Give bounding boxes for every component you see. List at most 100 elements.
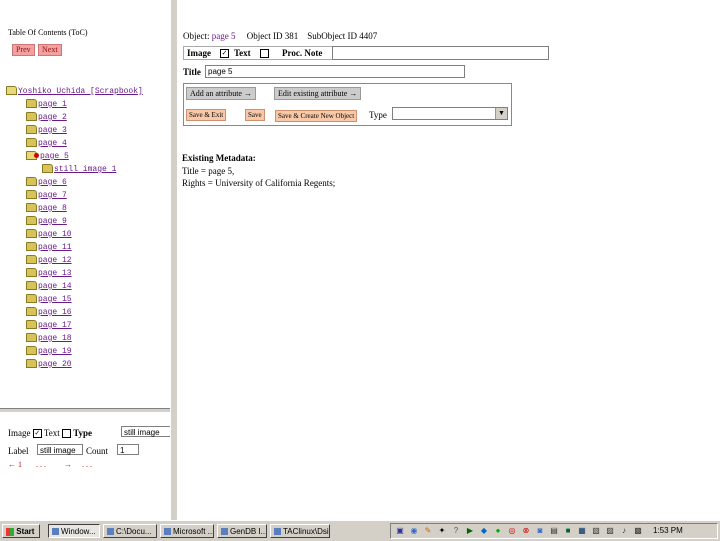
tree-item-label: page 11 xyxy=(38,243,72,252)
tree-item-label: page 17 xyxy=(38,321,72,330)
tree-item-page[interactable]: page 7 xyxy=(26,190,67,202)
tray-icon-10[interactable]: ⊗ xyxy=(521,526,531,536)
tab-edit-attribute[interactable]: Edit existing attribute → xyxy=(274,87,362,100)
system-tray: ▣ ◉ ✎ ✦ ? ▶ ◆ ● ◎ ⊗ ◙ ▤ ■ ▦ ▧ ▨ ♪ ▩ 1:53… xyxy=(390,523,718,539)
tree-item-page[interactable]: page 11 xyxy=(26,242,72,254)
proc-note-input[interactable] xyxy=(332,46,549,60)
tree-item-page[interactable]: page 13 xyxy=(26,268,72,280)
tray-icon-6[interactable]: ▶ xyxy=(465,526,475,536)
type-select[interactable]: ▼ xyxy=(392,107,508,120)
tree-item-current[interactable]: page 5 xyxy=(26,151,69,163)
title-input[interactable]: page 5 xyxy=(205,65,465,78)
tree-item-page[interactable]: page 19 xyxy=(26,346,72,358)
image-checkbox[interactable]: ✓ xyxy=(32,429,42,439)
object-name: page 5 xyxy=(211,31,236,41)
folder-open-icon xyxy=(6,86,17,96)
main-image-label: Image xyxy=(187,48,211,58)
folder-icon xyxy=(26,268,37,278)
folder-icon xyxy=(26,138,37,148)
folder-icon xyxy=(26,203,37,213)
tree-item-page[interactable]: page 2 xyxy=(26,112,67,124)
save-exit-button[interactable]: Save & Exit xyxy=(186,109,227,121)
taskbar: Start Window... C:\Docu... Microsoft ... Ge… xyxy=(0,520,720,541)
tree-item-page[interactable]: page 17 xyxy=(26,320,72,332)
save-button[interactable]: Save xyxy=(245,109,265,121)
save-create-button[interactable]: Save & Create New Object xyxy=(275,110,358,122)
tray-icon-3[interactable]: ✎ xyxy=(423,526,433,536)
tree-item-page[interactable]: page 20 xyxy=(26,359,72,371)
text-checkbox[interactable] xyxy=(61,429,71,439)
folder-icon xyxy=(26,177,37,187)
object-prefix: Object: xyxy=(183,31,210,41)
tree-current-label: page 5 xyxy=(40,152,69,161)
main-text-checkbox[interactable] xyxy=(260,49,269,58)
tray-icon-16[interactable]: ▨ xyxy=(605,526,615,536)
main-image-checkbox[interactable]: ✓ xyxy=(220,49,229,58)
tree-item-child[interactable]: still image 1 xyxy=(42,164,116,176)
tree-item-page[interactable]: page 3 xyxy=(26,125,67,137)
type-input[interactable]: still image xyxy=(121,426,171,437)
tree-item-label: page 15 xyxy=(38,295,72,304)
tray-icon-13[interactable]: ■ xyxy=(563,526,573,536)
tree-item-page[interactable]: page 10 xyxy=(26,229,72,241)
nav-last[interactable]: . . . xyxy=(82,460,92,469)
start-button[interactable]: Start xyxy=(2,524,40,538)
tray-icon-8[interactable]: ● xyxy=(493,526,503,536)
dropdown-arrow-icon[interactable]: ▼ xyxy=(495,108,507,119)
folder-icon xyxy=(26,294,37,304)
tree-item-page[interactable]: page 9 xyxy=(26,216,67,228)
taskbar-task[interactable]: TAClinux\Dsi L... xyxy=(270,524,330,538)
tree-item-label: page 10 xyxy=(38,230,72,239)
tree-item-page[interactable]: page 16 xyxy=(26,307,72,319)
taskbar-task[interactable]: C:\Docu... xyxy=(103,524,157,538)
tray-icon-14[interactable]: ▦ xyxy=(577,526,587,536)
tray-icon-4[interactable]: ✦ xyxy=(437,526,447,536)
tree-item-label: page 2 xyxy=(38,113,67,122)
prev-button[interactable]: Prev xyxy=(12,44,35,56)
main-text-label: Text xyxy=(234,48,251,58)
count-label: Count xyxy=(86,446,109,456)
folder-icon xyxy=(26,216,37,226)
tree-item-page[interactable]: page 1 xyxy=(26,99,67,111)
taskbar-task[interactable]: Window... xyxy=(48,524,100,538)
tree-root[interactable]: Yoshiko Uchida [Scrapbook] xyxy=(6,86,143,98)
object-id: Object ID 381 xyxy=(246,31,299,41)
tray-icon-12[interactable]: ▤ xyxy=(549,526,559,536)
tray-icon-1[interactable]: ▣ xyxy=(395,526,405,536)
folder-icon xyxy=(26,112,37,122)
tree-item-label: page 7 xyxy=(38,191,67,200)
count-input[interactable]: 1 xyxy=(117,444,139,455)
tree-item-page[interactable]: page 18 xyxy=(26,333,72,345)
folder-icon xyxy=(26,281,37,291)
tree-item-page[interactable]: page 12 xyxy=(26,255,72,267)
nav-next[interactable]: → xyxy=(64,460,72,469)
tray-icon-15[interactable]: ▧ xyxy=(591,526,601,536)
folder-icon xyxy=(26,359,37,369)
tree-item-page[interactable]: page 15 xyxy=(26,294,72,306)
taskbar-task[interactable]: GenDB I... xyxy=(217,524,267,538)
tray-icon-9[interactable]: ◎ xyxy=(507,526,517,536)
app-icon xyxy=(274,528,281,536)
tree-item-page[interactable]: page 4 xyxy=(26,138,67,150)
label-input[interactable]: still image xyxy=(37,444,83,455)
label-label: Label xyxy=(8,446,29,456)
network-icon[interactable]: ▩ xyxy=(633,526,643,536)
folder-icon xyxy=(26,125,37,135)
folder-icon xyxy=(26,99,37,109)
taskbar-task[interactable]: Microsoft ... xyxy=(160,524,214,538)
tray-icon-11[interactable]: ◙ xyxy=(535,526,545,536)
tree-item-label: page 6 xyxy=(38,178,67,187)
tree-item-page[interactable]: page 8 xyxy=(26,203,67,215)
speaker-icon[interactable]: ♪ xyxy=(619,526,629,536)
attribute-panel: Add an attribute → Edit existing attribu… xyxy=(183,83,512,126)
app-icon xyxy=(52,528,59,536)
next-button[interactable]: Next xyxy=(38,44,62,56)
tab-add-attribute[interactable]: Add an attribute → xyxy=(186,87,256,100)
tray-icon-5[interactable]: ? xyxy=(451,526,461,536)
tree-item-page[interactable]: page 6 xyxy=(26,177,67,189)
nav-first[interactable]: ← 1 xyxy=(8,460,22,469)
tray-icon-7[interactable]: ◆ xyxy=(479,526,489,536)
nav-prev[interactable]: . . . xyxy=(36,460,46,469)
tree-item-page[interactable]: page 14 xyxy=(26,281,72,293)
tray-icon-2[interactable]: ◉ xyxy=(409,526,419,536)
